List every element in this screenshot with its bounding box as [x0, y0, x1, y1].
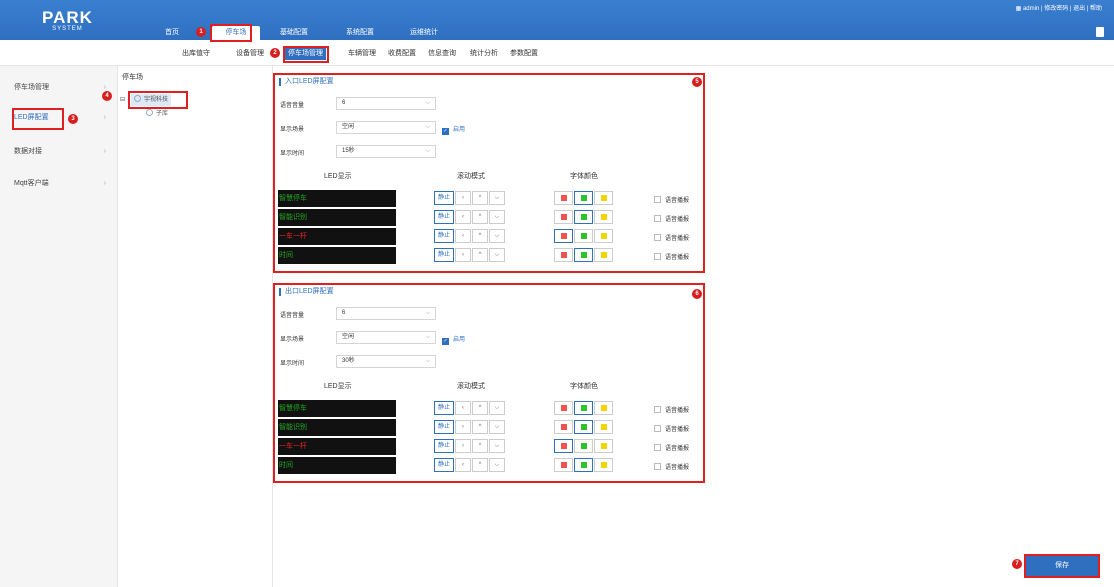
location-icon [146, 109, 153, 116]
annotation-number-5: 5 [692, 77, 702, 87]
sidebar-item-mqtt-client[interactable]: Mqtt客户端 › [0, 174, 118, 194]
subnav-fee-config[interactable]: 收费配置 [388, 48, 416, 60]
annotation-box-2 [283, 46, 329, 63]
top-bar: PARK SYSTEM 首页 停车场 基础配置 系统配置 运维统计 ▦ admi… [0, 0, 1114, 40]
sidebar-item-data-docking[interactable]: 数据对接 › [0, 142, 118, 162]
tree-node-child[interactable]: 子库 [146, 108, 168, 120]
user-links-text[interactable]: admin | 修改密码 | 退出 | 帮助 [1023, 6, 1102, 12]
annotation-box-1 [210, 24, 252, 42]
annotation-number-3: 3 [68, 114, 78, 124]
annotation-box-3 [12, 108, 64, 130]
sub-nav: 出库值守 设备管理 停车场管理 车辆管理 收费配置 信息查询 统计分析 参数配置 [0, 40, 1114, 66]
subnav-exit-duty[interactable]: 出库值守 [182, 48, 210, 60]
nav-ops-stats[interactable]: 运维统计 [400, 26, 448, 40]
sidebar: 停车场管理 › LED屏配置 › 数据对接 › Mqtt客户端 › [0, 66, 118, 587]
logo-subtext: SYSTEM [52, 26, 83, 32]
subnav-param-config[interactable]: 参数配置 [510, 48, 538, 60]
annotation-number-6: 6 [692, 289, 702, 299]
tree-expand-icon[interactable]: ⊟ [120, 94, 125, 106]
sidebar-item-label: Mqtt客户端 [14, 180, 49, 187]
subnav-statistics[interactable]: 统计分析 [470, 48, 498, 60]
annotation-box-6 [273, 283, 705, 483]
tree-node-label: 子库 [156, 111, 169, 117]
annotation-number-7: 7 [1012, 559, 1022, 569]
chevron-right-icon: › [103, 180, 106, 187]
sidebar-item-label: 停车场管理 [14, 84, 49, 91]
subnav-vehicle-mgmt[interactable]: 车辆管理 [348, 48, 376, 60]
user-links[interactable]: ▦ admin | 修改密码 | 退出 | 帮助 [1016, 3, 1102, 12]
logo: PARK SYSTEM [42, 9, 93, 33]
annotation-box-4 [128, 91, 188, 109]
chevron-right-icon: › [103, 114, 106, 121]
document-icon[interactable] [1096, 27, 1104, 37]
annotation-number-2: 2 [270, 48, 280, 58]
tree-title: 停车场 [122, 74, 143, 81]
grid-icon: ▦ [1015, 6, 1022, 12]
nav-home[interactable]: 首页 [148, 26, 196, 40]
subnav-device-mgmt[interactable]: 设备管理 [236, 48, 264, 60]
annotation-number-4: 4 [102, 91, 112, 101]
subnav-info-query[interactable]: 信息查询 [428, 48, 456, 60]
annotation-box-7 [1024, 554, 1100, 578]
sidebar-item-parking-mgmt[interactable]: 停车场管理 › [0, 78, 118, 98]
nav-basic-config[interactable]: 基础配置 [270, 26, 318, 40]
annotation-box-5 [273, 73, 705, 273]
logo-text: PARK [42, 8, 93, 27]
sidebar-item-label: 数据对接 [14, 148, 42, 155]
chevron-right-icon: › [103, 148, 106, 155]
annotation-number-1: 1 [196, 27, 206, 37]
nav-system-config[interactable]: 系统配置 [336, 26, 384, 40]
parking-tree: 停车场 ⊟ 宇视科技 子库 [118, 66, 273, 587]
